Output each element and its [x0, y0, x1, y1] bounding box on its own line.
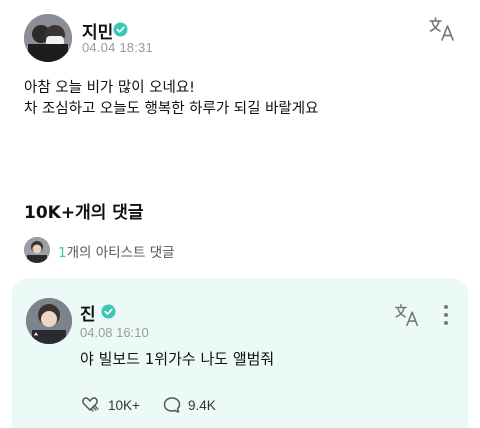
post-body-line: 아참 오늘 비가 많이 오네요!	[24, 80, 195, 96]
comments-title: 10K+개의 댓글	[24, 203, 144, 223]
artist-avatar	[24, 237, 50, 263]
more-vertical-icon[interactable]	[440, 302, 452, 328]
like-icon	[82, 397, 99, 412]
translate-icon[interactable]	[393, 301, 421, 329]
post-time: 04.04 18:31	[82, 40, 153, 55]
comment-text: 야 빌보드 1위가수 나도 앨범줘	[80, 350, 275, 368]
like-button[interactable]: 10K+	[80, 394, 140, 416]
section-divider	[0, 158, 480, 166]
verified-icon	[101, 304, 116, 319]
like-count: 10K+	[108, 397, 140, 413]
comment-author-avatar[interactable]	[26, 298, 72, 344]
comment-author-name[interactable]: 진	[80, 300, 96, 325]
comment-time: 04.08 16:10	[80, 325, 149, 340]
artist-comments-count: 1	[58, 245, 67, 261]
reply-count: 9.4K	[188, 397, 216, 413]
post-body: 아참 오늘 비가 많이 오네요! 차 조심하고 오늘도 행복한 하루가 되길 바…	[24, 78, 464, 120]
comment-icon	[163, 397, 181, 413]
post-header: 지민 04.04 18:31	[24, 14, 464, 62]
verified-icon	[113, 22, 128, 37]
post-body-line: 차 조심하고 오늘도 행복한 하루가 되길 바랄게요	[24, 101, 319, 117]
artist-comments-label: 1개의 아티스트 댓글	[58, 241, 175, 261]
translate-icon[interactable]	[427, 14, 457, 44]
reply-button[interactable]: 9.4K	[162, 394, 216, 416]
artist-comment-card: 진 04.08 16:10 야 빌보드 1위가수 나도 앨범줘 10K+ 9.4…	[12, 278, 468, 428]
artist-comments-suffix: 개의 아티스트 댓글	[66, 245, 175, 261]
author-avatar[interactable]	[24, 14, 72, 62]
